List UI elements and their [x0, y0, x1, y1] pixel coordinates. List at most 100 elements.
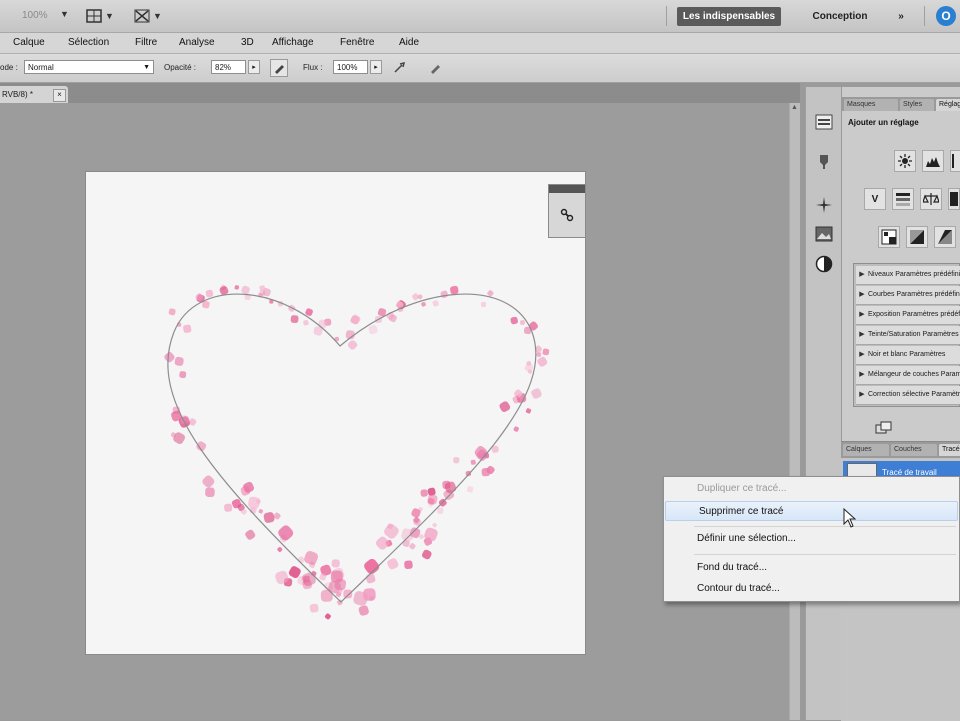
preset-item[interactable]: ▶ Correction sélective Paramètres [856, 386, 960, 405]
petal [258, 509, 264, 514]
menu-3d[interactable]: 3D [241, 37, 254, 48]
blend-mode-select[interactable]: Normal ▼ [24, 60, 154, 74]
info-panel-button[interactable] [813, 253, 835, 275]
scale-icon [923, 193, 939, 205]
menu-window[interactable]: Fenêtre [340, 37, 374, 48]
opacity-label: Opacité : [164, 63, 197, 72]
tab-styles[interactable]: Styles [900, 99, 934, 111]
vertical-scrollbar[interactable] [789, 103, 800, 720]
airbrush-button[interactable] [391, 59, 409, 77]
preset-item[interactable]: ▶ Niveaux Paramètres prédéfinis [856, 266, 960, 285]
menu-select[interactable]: Sélection [68, 37, 109, 48]
expand-triangle-icon[interactable]: ▶ [856, 306, 868, 324]
color-balance-button[interactable] [920, 188, 942, 210]
petal [387, 558, 399, 570]
tab-masks[interactable]: Masques [844, 99, 898, 111]
return-to-list-icon[interactable] [875, 421, 893, 435]
tab-paths[interactable]: Tracés [939, 444, 960, 456]
document-canvas[interactable] [86, 172, 585, 654]
flow-slider-toggle[interactable]: ▸ [370, 60, 382, 74]
brushes-panel-button[interactable] [813, 194, 835, 216]
menu-item-duplicate-path[interactable]: Dupliquer ce tracé... [664, 479, 959, 499]
expand-triangle-icon[interactable]: ▶ [856, 346, 868, 364]
close-icon[interactable]: × [53, 89, 66, 102]
pressure-size-button[interactable] [426, 59, 444, 77]
expand-triangle-icon[interactable]: ▶ [856, 366, 868, 384]
levels-button[interactable] [922, 150, 944, 172]
black-white-button[interactable] [948, 188, 960, 210]
petal [542, 348, 550, 356]
clone-source-button[interactable] [813, 223, 835, 245]
flow-input[interactable]: 100% [333, 60, 368, 74]
menu-item-fill-path[interactable]: Fond du tracé... [664, 558, 959, 578]
expand-triangle-icon[interactable]: ▶ [856, 386, 868, 404]
airbrush-icon [394, 61, 406, 73]
preset-item[interactable]: ▶Mélangeur de couches Paramètres [856, 366, 960, 385]
history-panel-button[interactable] [813, 111, 835, 133]
expand-triangle-icon[interactable]: ▶ [856, 266, 868, 284]
petal [513, 426, 519, 432]
menu-view[interactable]: Affichage [272, 37, 314, 48]
petal [174, 356, 184, 366]
workspace-design-button[interactable]: Conception [800, 7, 880, 26]
curves-button[interactable] [950, 150, 960, 172]
gradient-map-button[interactable] [934, 226, 956, 248]
petal [290, 315, 299, 323]
zoom-level-dropdown[interactable]: 100% ▼ [0, 8, 74, 24]
menu-analysis[interactable]: Analyse [179, 37, 215, 48]
curves-icon [952, 154, 954, 168]
hue-saturation-button[interactable] [892, 188, 914, 210]
panel-title-bar[interactable] [549, 185, 585, 193]
brightness-contrast-button[interactable] [894, 150, 916, 172]
preset-item[interactable]: ▶Exposition Paramètres prédéfinis [856, 306, 960, 325]
petal [320, 589, 333, 602]
tab-channels[interactable]: Couches [891, 444, 937, 456]
preset-item[interactable]: ▶ Teinte/Saturation Paramètres [856, 326, 960, 345]
vibrance-button[interactable]: V [864, 188, 886, 210]
petal [168, 308, 176, 316]
workspace-essentials-button[interactable]: Les indispensables [677, 7, 781, 26]
preset-label: Teinte/Saturation Paramètres [868, 331, 959, 338]
petal [179, 371, 187, 379]
menu-item-delete-path[interactable]: Supprimer ce tracé [665, 501, 958, 521]
petal [537, 356, 548, 367]
menu-layer[interactable]: Calque [13, 37, 45, 48]
arrange-documents-button[interactable]: ▼ [134, 7, 168, 25]
pressure-opacity-button[interactable] [270, 59, 288, 77]
view-extras-button[interactable]: ▼ [86, 7, 120, 25]
opacity-slider-toggle[interactable]: ▸ [248, 60, 260, 74]
menu-item-stroke-path[interactable]: Contour du tracé... [664, 579, 959, 599]
photo-filter-button[interactable] [878, 226, 900, 248]
petal [453, 457, 460, 464]
tab-adjustments[interactable]: Réglages [936, 99, 960, 111]
petal [440, 290, 449, 299]
expand-triangle-icon[interactable]: ▶ [856, 286, 868, 304]
petal [277, 547, 283, 552]
cs-live-icon[interactable]: O [936, 6, 956, 26]
menu-help[interactable]: Aide [399, 37, 419, 48]
opacity-input[interactable]: 82% [211, 60, 246, 74]
petal [450, 285, 459, 295]
collapsed-panel-dock [805, 87, 842, 720]
preset-item[interactable]: ▶ Courbes Paramètres prédéfinis [856, 286, 960, 305]
actions-panel-button[interactable] [813, 151, 835, 173]
petal [304, 550, 319, 565]
petal [303, 320, 309, 326]
petal [324, 613, 331, 620]
vibrance-icon: V [871, 193, 879, 205]
tab-layers[interactable]: Calques [843, 444, 889, 456]
channel-mixer-button[interactable] [906, 226, 928, 248]
preset-item[interactable]: ▶ Noir et blanc Paramètres [856, 346, 960, 365]
workspace-more-button[interactable]: » [890, 7, 912, 26]
scroll-up-arrow[interactable]: ▲ [791, 104, 798, 111]
menu-item-make-selection[interactable]: Définir une sélection... [664, 529, 959, 549]
petal [432, 522, 437, 528]
menu-filter[interactable]: Filtre [135, 37, 157, 48]
preset-label: Correction sélective Paramètres [868, 391, 960, 398]
gradient-icon [910, 230, 924, 244]
bw-icon [950, 192, 958, 206]
petal [347, 340, 358, 350]
expand-triangle-icon[interactable]: ▶ [856, 326, 868, 344]
grid-icon [86, 9, 102, 23]
puppet-tool-button[interactable] [557, 205, 577, 225]
